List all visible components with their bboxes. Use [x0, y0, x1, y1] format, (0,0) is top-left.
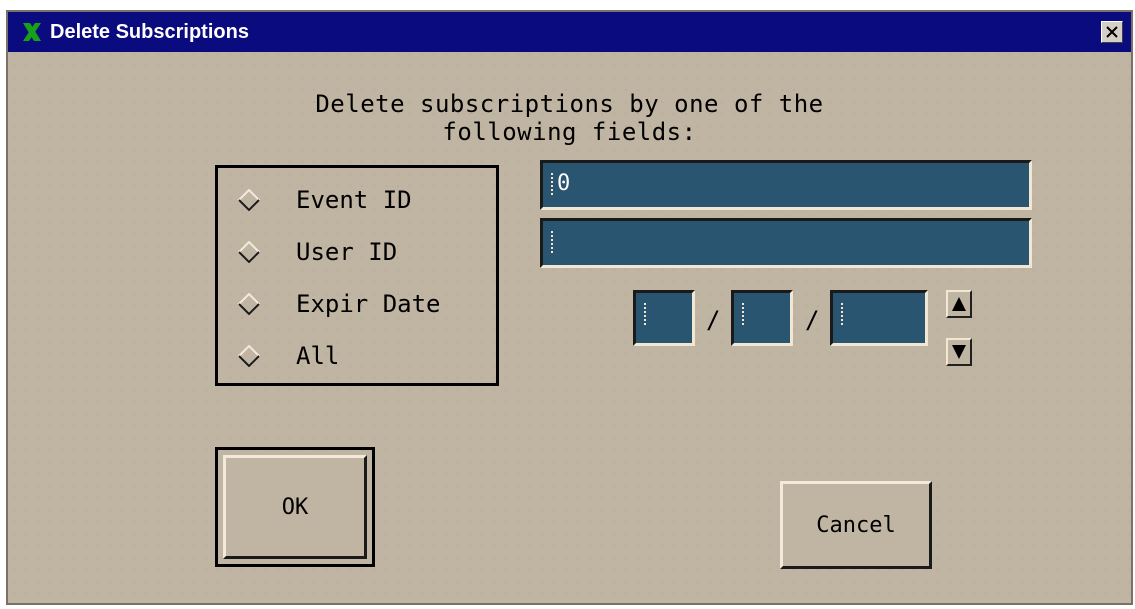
- text-cursor-icon: [551, 231, 553, 255]
- radio-diamond-icon[interactable]: [238, 293, 260, 315]
- close-button[interactable]: [1101, 21, 1123, 43]
- radio-label: Expir Date: [296, 290, 441, 318]
- date-year-field[interactable]: [830, 290, 928, 346]
- window-title: Delete Subscriptions: [50, 20, 249, 43]
- cancel-button-label: Cancel: [816, 512, 896, 538]
- delete-subscriptions-window: Delete Subscriptions Delete subscription…: [6, 10, 1133, 605]
- radio-diamond-icon[interactable]: [238, 241, 260, 263]
- title-bar: Delete Subscriptions: [8, 12, 1131, 52]
- dialog-heading-line2: following fields:: [442, 118, 697, 146]
- radio-option-user-id[interactable]: User ID: [218, 238, 397, 266]
- radio-option-event-id[interactable]: Event ID: [218, 186, 412, 214]
- arrow-up-icon: [952, 297, 966, 311]
- text-cursor-icon: [644, 303, 646, 327]
- radio-option-expir-date[interactable]: Expir Date: [218, 290, 441, 318]
- cancel-button[interactable]: Cancel: [780, 481, 932, 569]
- date-separator: /: [805, 306, 820, 334]
- radio-option-all[interactable]: All: [218, 342, 339, 370]
- date-separator: /: [706, 306, 721, 334]
- date-spin-up-button[interactable]: [946, 290, 972, 318]
- radio-diamond-icon[interactable]: [238, 345, 260, 367]
- close-icon: [1106, 26, 1118, 38]
- user-id-field[interactable]: [540, 218, 1032, 268]
- event-id-value: 0: [557, 171, 571, 196]
- text-cursor-icon: [742, 303, 744, 327]
- event-id-field[interactable]: 0: [540, 160, 1032, 210]
- dialog-heading-line1: Delete subscriptions by one of the: [315, 90, 824, 118]
- radio-diamond-icon[interactable]: [238, 189, 260, 211]
- date-spin-down-button[interactable]: [946, 338, 972, 366]
- radio-label: All: [296, 342, 340, 370]
- ok-button-label: OK: [281, 494, 309, 520]
- field-selector-group: Event ID User ID Expir Date All: [215, 165, 499, 386]
- text-cursor-icon: [841, 303, 843, 327]
- text-cursor-icon: [551, 173, 553, 197]
- date-month-field[interactable]: [633, 290, 695, 346]
- radio-label: User ID: [296, 238, 398, 266]
- radio-label: Event ID: [296, 186, 412, 214]
- ok-button[interactable]: OK: [223, 455, 367, 559]
- date-day-field[interactable]: [731, 290, 793, 346]
- x-logo-icon: [23, 23, 41, 41]
- arrow-down-icon: [952, 345, 966, 359]
